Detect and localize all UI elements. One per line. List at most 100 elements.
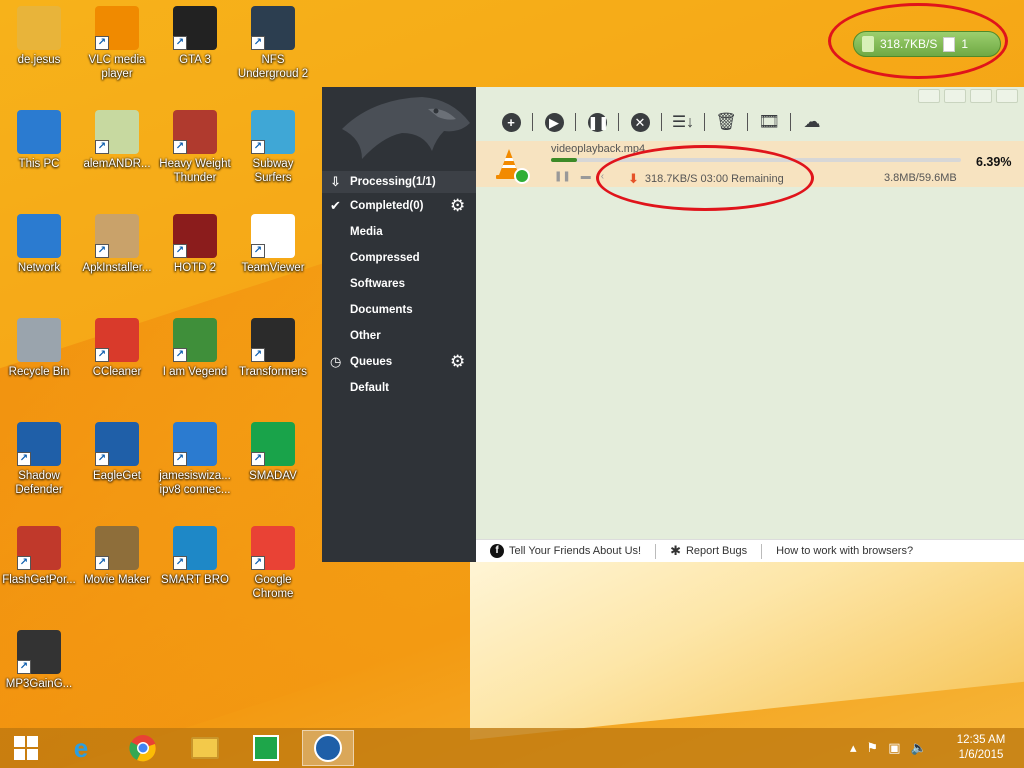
trash-icon: 🗑 [715, 112, 737, 131]
file-explorer-taskbar[interactable] [179, 730, 231, 766]
volume-icon[interactable]: 🔈 [910, 740, 926, 756]
sidebar-item-other[interactable]: Other [322, 325, 476, 347]
start-button[interactable] [0, 730, 52, 766]
desktop-icon[interactable]: ↗ Google Chrome [235, 526, 311, 601]
plus-icon: + [501, 112, 521, 132]
sidebar-item-label: Documents [350, 304, 413, 316]
shortcut-arrow-icon: ↗ [251, 244, 265, 258]
computer-icon [17, 110, 61, 154]
network-icon[interactable]: ▣ [888, 740, 900, 756]
desktop-icon[interactable]: ↗ SMADAV [235, 422, 311, 483]
movie-maker-icon: ↗ [95, 526, 139, 570]
desktop-icon[interactable]: ↗ Heavy Weight Thunder [157, 110, 233, 185]
play-icon: ▶ [544, 112, 564, 132]
desktop-icon[interactable]: ↗ FlashGetPor... [1, 526, 77, 587]
shortcut-arrow-icon: ↗ [17, 660, 31, 674]
delete-button[interactable]: 🗑 [715, 111, 737, 133]
desktop-icon[interactable]: de.jesus [1, 6, 77, 67]
folder-icon[interactable]: ▬ [581, 171, 591, 182]
browsers-link[interactable]: How to work with browsers? [762, 544, 927, 559]
maximize-button[interactable] [996, 89, 1018, 103]
store-taskbar[interactable] [240, 730, 292, 766]
desktop-icon-label: EagleGet [93, 470, 141, 482]
internet-explorer-taskbar[interactable]: e [55, 730, 107, 766]
sidebar-item-documents[interactable]: Documents [322, 299, 476, 321]
folder-icon [191, 737, 219, 759]
desktop-icon[interactable]: This PC [1, 110, 77, 171]
desktop-icon-label: CCleaner [92, 366, 142, 378]
desktop-icon[interactable]: ↗ TeamViewer [235, 214, 311, 275]
pause-button[interactable]: ❚❚ [586, 111, 609, 133]
add-task-button[interactable]: + [500, 111, 522, 133]
skin-button[interactable] [918, 89, 940, 103]
tell-friends-label: Tell Your Friends About Us! [509, 545, 642, 557]
desktop-icon[interactable]: ↗ CCleaner [79, 318, 155, 379]
shortcut-arrow-icon: ↗ [173, 348, 187, 362]
gear-icon[interactable]: ⚙ [450, 197, 468, 215]
tell-friends-link[interactable]: f Tell Your Friends About Us! [476, 543, 657, 559]
pause-icon[interactable]: ❚❚ [554, 171, 571, 182]
video-sniffer-button[interactable]: 🎞 [758, 111, 780, 133]
desktop-icon[interactable]: ↗ MP3GainG... [1, 630, 77, 691]
shortcut-arrow-icon: ↗ [173, 556, 187, 570]
sidebar-item-queues[interactable]: ◷ Queues ⚙ [322, 351, 476, 373]
shortcut-arrow-icon: ↗ [173, 36, 187, 50]
desktop-icon[interactable]: ↗ VLC media player [79, 6, 155, 81]
desktop-icon[interactable]: ↗ EagleGet [79, 422, 155, 483]
desktop-icon[interactable]: ↗ Subway Surfers [235, 110, 311, 185]
stop-button[interactable]: ✕ [629, 111, 651, 133]
annotation-circle [596, 145, 814, 211]
shortcut-arrow-icon: ↗ [173, 140, 187, 154]
sidebar-item-compressed[interactable]: Compressed [322, 247, 476, 269]
cloud-download-button[interactable]: ☁ [801, 111, 823, 133]
sidebar-item-media[interactable]: Media [322, 221, 476, 243]
desktop-icon[interactable]: ↗ NFS Undergroud 2 [235, 6, 311, 81]
mini-mode-button[interactable] [944, 89, 966, 103]
network-icon [17, 214, 61, 258]
desktop-icon[interactable]: ↗ Shadow Defender [1, 422, 77, 497]
blank-file-icon: ↗ [251, 214, 295, 258]
shortcut-arrow-icon: ↗ [95, 452, 109, 466]
shortcut-arrow-icon: ↗ [251, 452, 265, 466]
desktop-icon-label: SMADAV [249, 470, 297, 482]
gear-icon[interactable]: ⚙ [450, 353, 468, 371]
play-status-icon [514, 168, 530, 184]
sidebar-item-completed[interactable]: ✔ Completed(0) ⚙ [322, 195, 476, 217]
desktop-icon[interactable]: ↗ jamesiswiza... ipv8 connec... [157, 422, 233, 497]
sidebar-item-default[interactable]: Default [322, 377, 476, 399]
sidebar-item-processing[interactable]: ⇩ Processing(1/1) [322, 171, 476, 193]
desktop-icon[interactable]: ↗ GTA 3 [157, 6, 233, 67]
desktop-icon[interactable]: Network [1, 214, 77, 275]
close-icon: ✕ [630, 112, 650, 132]
chrome-taskbar[interactable] [117, 730, 169, 766]
desktop-icon[interactable]: ↗ SMART BRO [157, 526, 233, 587]
chrome-icon: ↗ [251, 526, 295, 570]
desktop-icon[interactable]: ↗ alemANDR... [79, 110, 155, 171]
gta3-icon: ↗ [173, 6, 217, 50]
sidebar-item-softwares[interactable]: Softwares [322, 273, 476, 295]
desktop-icon[interactable]: ↗ ApkInstaller... [79, 214, 155, 275]
toolbar-divider [532, 113, 533, 131]
report-bugs-link[interactable]: ✱ Report Bugs [656, 543, 763, 559]
eagleget-taskbar[interactable] [302, 730, 354, 766]
facebook-icon: f [490, 544, 504, 558]
desktop-icon[interactable]: Recycle Bin [1, 318, 77, 379]
desktop-icon-label: Subway Surfers [252, 158, 294, 184]
sort-button[interactable]: ☰↓ [672, 111, 694, 133]
desktop-icon[interactable]: ↗ I am Vegend [157, 318, 233, 379]
desktop-icon[interactable]: ↗ Movie Maker [79, 526, 155, 587]
eagle-logo [322, 87, 476, 167]
sidebar-item-label: Queues [350, 356, 393, 368]
flag-icon[interactable]: ⚑ [867, 740, 879, 756]
desktop-icon-label: MP3GainG... [5, 678, 73, 690]
minimize-button[interactable] [970, 89, 992, 103]
chevron-up-icon[interactable]: ▴ [850, 740, 857, 756]
clock[interactable]: 12:35 AM 1/6/2015 [948, 733, 1014, 763]
smart-bro-icon: ↗ [173, 526, 217, 570]
desktop-icon[interactable]: ↗ HOTD 2 [157, 214, 233, 275]
sidebar-item-label: Other [350, 330, 381, 342]
installer-icon: ↗ [95, 110, 139, 154]
desktop-icon-label: SMART BRO [161, 574, 229, 586]
start-button[interactable]: ▶ [543, 111, 565, 133]
desktop-icon[interactable]: ↗ Transformers [235, 318, 311, 379]
